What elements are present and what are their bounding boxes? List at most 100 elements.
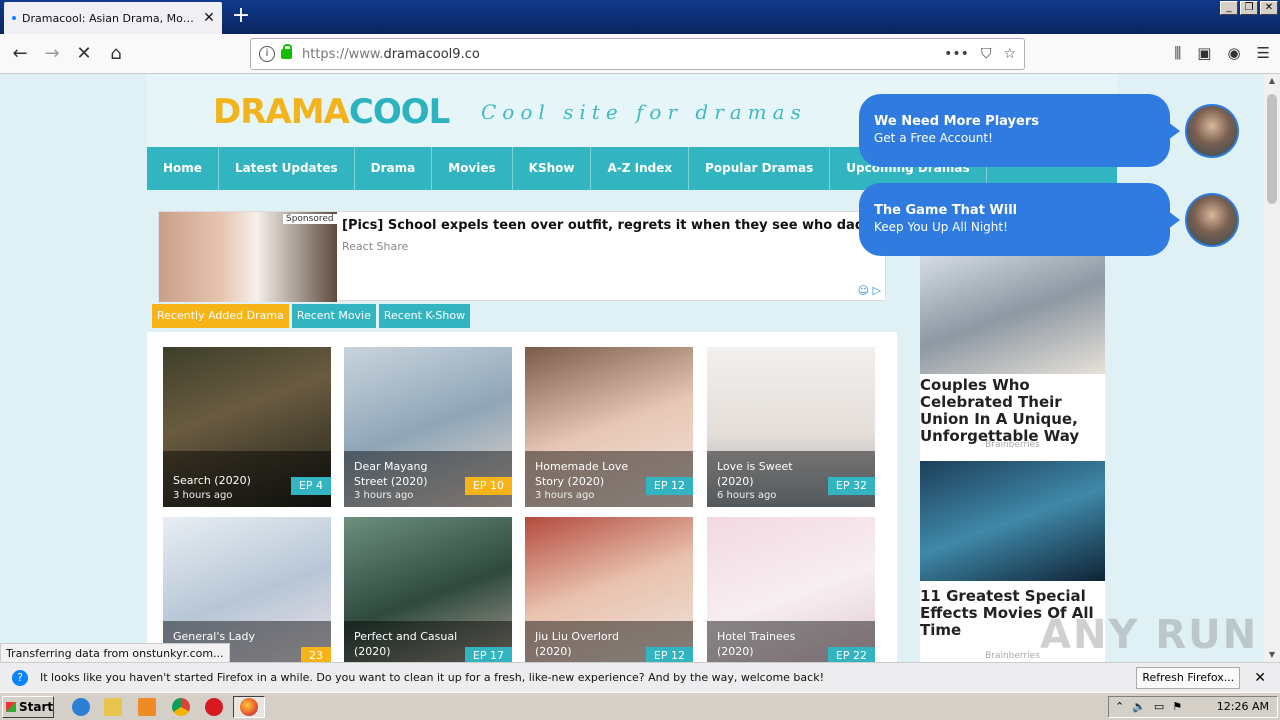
card-time: 3 hours ago bbox=[535, 490, 595, 501]
tab-recently-added-drama[interactable]: Recently Added Drama bbox=[152, 304, 289, 328]
back-button[interactable]: ← bbox=[6, 40, 34, 68]
chat-bubble[interactable]: We Need More Players Get a Free Account! bbox=[859, 94, 1180, 167]
recent-tabs: Recently Added Drama Recent Movie Recent… bbox=[152, 304, 471, 328]
scroll-down-arrow-icon[interactable]: ▼ bbox=[1264, 648, 1280, 662]
menu-item-popular-dramas[interactable]: Popular Dramas bbox=[689, 147, 831, 190]
chrome-icon[interactable] bbox=[172, 698, 190, 716]
avatar[interactable] bbox=[1185, 193, 1239, 247]
episode-badge: EP 32 bbox=[827, 477, 875, 495]
drama-grid: Search (2020) 3 hours ago EP 4 Dear Maya… bbox=[147, 332, 897, 662]
start-button[interactable]: Start bbox=[2, 696, 54, 718]
bubble-line-1: We Need More Players bbox=[874, 114, 1039, 129]
drama-card[interactable]: General's Lady 23 bbox=[163, 517, 331, 662]
url-bar[interactable]: i https://www.dramacool9.co ••• ⛉ ☆ bbox=[250, 38, 1025, 70]
tray-icons[interactable]: ⌃🔈▭⚑ bbox=[1115, 697, 1190, 717]
close-tab-icon[interactable]: ✕ bbox=[200, 9, 218, 27]
bubble-line-2: Keep You Up All Night! bbox=[874, 220, 1008, 234]
scrollbar-thumb[interactable] bbox=[1267, 94, 1277, 204]
menu-item-latest-updates[interactable]: Latest Updates bbox=[219, 147, 355, 190]
card-title: General's Lady bbox=[173, 630, 255, 643]
logo-part-drama: DRAMA bbox=[213, 92, 350, 132]
loading-dot-icon bbox=[12, 16, 16, 20]
stop-loading-button[interactable]: ✕ bbox=[70, 40, 98, 68]
drama-card[interactable]: Dear Mayang Street (2020) 3 hours ago EP… bbox=[344, 347, 512, 507]
notification-message: It looks like you haven't started Firefo… bbox=[40, 671, 824, 684]
drama-card[interactable]: Hotel Trainees (2020) EP 22 bbox=[707, 517, 875, 662]
system-tray: ⌃🔈▭⚑ 12:26 AM bbox=[1108, 696, 1278, 718]
drama-card[interactable]: Jiu Liu Overlord (2020) EP 12 bbox=[525, 517, 693, 662]
ad-headline[interactable]: [Pics] School expels teen over outfit, r… bbox=[342, 218, 881, 233]
side-ad-image[interactable] bbox=[920, 461, 1105, 581]
window-controls: _ ❐ ✕ bbox=[1220, 1, 1278, 15]
menu-item-az-index[interactable]: A-Z Index bbox=[591, 147, 690, 190]
card-time: 3 hours ago bbox=[173, 490, 233, 501]
drama-card[interactable]: Search (2020) 3 hours ago EP 4 bbox=[163, 347, 331, 507]
page-actions-icon[interactable]: ••• bbox=[944, 46, 969, 62]
episode-badge: EP 12 bbox=[645, 647, 693, 662]
clock: 12:26 AM bbox=[1216, 700, 1269, 713]
side-ad-headline[interactable]: Couples Who Celebrated Their Union In A … bbox=[920, 377, 1105, 445]
episode-badge: EP 12 bbox=[645, 477, 693, 495]
firefox-icon bbox=[240, 698, 258, 716]
avatar[interactable] bbox=[1185, 104, 1239, 158]
sponsored-ad[interactable]: Sponsored [Pics] School expels teen over… bbox=[158, 211, 886, 302]
site-tagline: Cool site for dramas bbox=[481, 100, 807, 124]
site-logo[interactable]: DRAMACOOL bbox=[213, 92, 450, 132]
chat-bubble[interactable]: The Game That Will Keep You Up All Night… bbox=[859, 183, 1180, 256]
library-icon[interactable]: ⫼ bbox=[1174, 44, 1181, 62]
new-tab-button[interactable]: + bbox=[228, 4, 254, 30]
tab-title: Dramacool: Asian Drama, Movies and Shows… bbox=[22, 11, 200, 25]
close-notification-icon[interactable]: ✕ bbox=[1254, 670, 1266, 686]
menu-icon[interactable]: ☰ bbox=[1257, 44, 1270, 62]
logo-part-cool: COOL bbox=[348, 92, 450, 132]
refresh-firefox-button[interactable]: Refresh Firefox... bbox=[1136, 666, 1241, 689]
taskbar: Start ⌃🔈▭⚑ 12:26 AM bbox=[0, 692, 1280, 720]
bookmark-star-icon[interactable]: ☆ bbox=[1003, 46, 1016, 62]
scroll-up-arrow-icon[interactable]: ▲ bbox=[1264, 74, 1280, 88]
episode-badge: EP 4 bbox=[290, 477, 331, 495]
ad-image[interactable] bbox=[159, 212, 337, 302]
bubble-line-1: The Game That Will bbox=[874, 203, 1018, 218]
browser-tab[interactable]: Dramacool: Asian Drama, Movies and Shows… bbox=[4, 2, 222, 34]
firefox-taskbar-button[interactable] bbox=[233, 696, 265, 718]
url-text[interactable]: https://www.dramacool9.co bbox=[302, 47, 944, 62]
anyrun-watermark: ANY RUN bbox=[1040, 612, 1259, 658]
url-prefix: https://www. bbox=[302, 46, 384, 62]
menu-item-home[interactable]: Home bbox=[147, 147, 219, 190]
notification-bar: ? It looks like you haven't started Fire… bbox=[0, 662, 1280, 692]
vertical-scrollbar[interactable]: ▲ ▼ bbox=[1264, 74, 1280, 662]
info-icon: ? bbox=[12, 669, 28, 686]
side-ads: Couples Who Celebrated Their Union In A … bbox=[920, 254, 1105, 662]
navigation-toolbar: ← → ✕ ⌂ i https://www.dramacool9.co ••• … bbox=[0, 34, 1280, 74]
menu-item-drama[interactable]: Drama bbox=[355, 147, 433, 190]
side-ad-source: Brainberries bbox=[985, 440, 1040, 450]
home-button[interactable]: ⌂ bbox=[102, 40, 130, 68]
sidebar-icon[interactable]: ▣ bbox=[1197, 44, 1211, 62]
site-info-icon[interactable]: i bbox=[259, 46, 275, 62]
account-icon[interactable]: ◉ bbox=[1227, 44, 1240, 62]
pocket-icon[interactable]: ⛉ bbox=[981, 46, 992, 62]
folder-icon[interactable] bbox=[104, 698, 122, 716]
drama-card[interactable]: Love is Sweet (2020) 6 hours ago EP 32 bbox=[707, 347, 875, 507]
drama-card[interactable]: Homemade Love Story (2020) 3 hours ago E… bbox=[525, 347, 693, 507]
forward-button[interactable]: → bbox=[38, 40, 66, 68]
card-title: Love is Sweet (2020) bbox=[717, 460, 793, 488]
tab-recent-movie[interactable]: Recent Movie bbox=[291, 304, 376, 328]
menu-item-kshow[interactable]: KShow bbox=[513, 147, 592, 190]
tab-recent-kshow[interactable]: Recent K-Show bbox=[378, 304, 471, 328]
minimize-button[interactable]: _ bbox=[1220, 1, 1238, 15]
media-player-icon[interactable] bbox=[138, 698, 156, 716]
browser-tab-bar: Dramacool: Asian Drama, Movies and Shows… bbox=[0, 0, 1280, 34]
card-time: 6 hours ago bbox=[717, 490, 777, 501]
close-window-button[interactable]: ✕ bbox=[1260, 1, 1278, 15]
url-bar-actions: ••• ⛉ ☆ bbox=[944, 46, 1016, 62]
card-title: Jiu Liu Overlord (2020) bbox=[535, 630, 619, 658]
drama-card[interactable]: Perfect and Casual (2020) EP 17 bbox=[344, 517, 512, 662]
menu-item-movies[interactable]: Movies bbox=[432, 147, 513, 190]
adchoices-icon[interactable]: ☺ ▷ bbox=[858, 284, 881, 297]
side-ad-image[interactable] bbox=[920, 254, 1105, 374]
restore-button[interactable]: ❐ bbox=[1240, 1, 1258, 15]
ie-icon[interactable] bbox=[72, 698, 90, 716]
card-time: 3 hours ago bbox=[354, 490, 414, 501]
opera-icon[interactable] bbox=[205, 698, 223, 716]
